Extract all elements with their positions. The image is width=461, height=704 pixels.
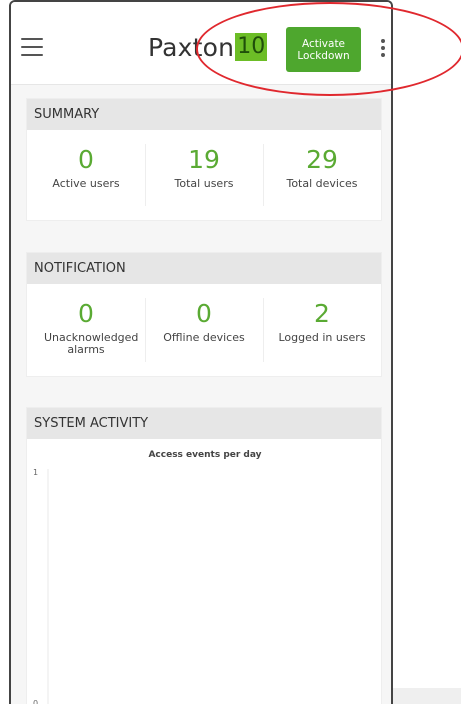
summary-title: SUMMARY [27,99,381,130]
notification-card: NOTIFICATION 0 Unacknowledged alarms 0 O… [26,252,382,377]
stat-label: Total users [174,177,234,190]
stat-logged-in-users[interactable]: 2 Logged in users [263,284,381,376]
stat-value: 0 [196,299,212,328]
stat-total-devices[interactable]: 29 Total devices [263,130,381,220]
stat-offline-devices[interactable]: 0 Offline devices [145,284,263,376]
stat-value: 2 [314,299,330,328]
more-options-icon[interactable] [380,39,386,59]
y-tick-label-top: 1 [33,468,38,477]
summary-card: SUMMARY 0 Active users 19 Total users 29… [26,98,382,221]
system-activity-card: SYSTEM ACTIVITY Access events per day 1 … [26,407,382,704]
logo-badge: 10 [235,33,268,61]
stat-label: Offline devices [163,331,245,344]
app-screen: Paxton 10 Activate Lockdown SUMMARY 0 Ac… [9,0,393,704]
background-strip [393,688,461,704]
stat-label: Total devices [286,177,358,190]
stat-label: Logged in users [278,331,366,344]
lockdown-label-line2: Lockdown [297,49,350,62]
stat-value: 0 [78,145,94,174]
logo-text: Paxton [148,32,235,62]
notification-title: NOTIFICATION [27,253,381,284]
menu-icon[interactable] [21,38,43,56]
paxton-logo: Paxton 10 [148,32,268,62]
app-header: Paxton 10 Activate Lockdown [11,2,391,85]
stat-label: Active users [52,177,120,190]
system-activity-title: SYSTEM ACTIVITY [27,408,381,439]
y-tick-label-bottom: 0 [33,699,38,704]
stat-active-users[interactable]: 0 Active users [27,130,145,220]
stat-total-users[interactable]: 19 Total users [145,130,263,220]
stat-value: 29 [306,145,338,174]
stat-value: 0 [78,299,94,328]
activate-lockdown-button[interactable]: Activate Lockdown [286,27,361,72]
stat-label: Unacknowledged alarms [44,331,139,356]
stat-unacknowledged-alarms[interactable]: 0 Unacknowledged alarms [27,284,145,376]
access-events-chart: 1 0 [33,468,49,704]
lockdown-label-line1: Activate [301,37,346,50]
stat-value: 19 [188,145,220,174]
